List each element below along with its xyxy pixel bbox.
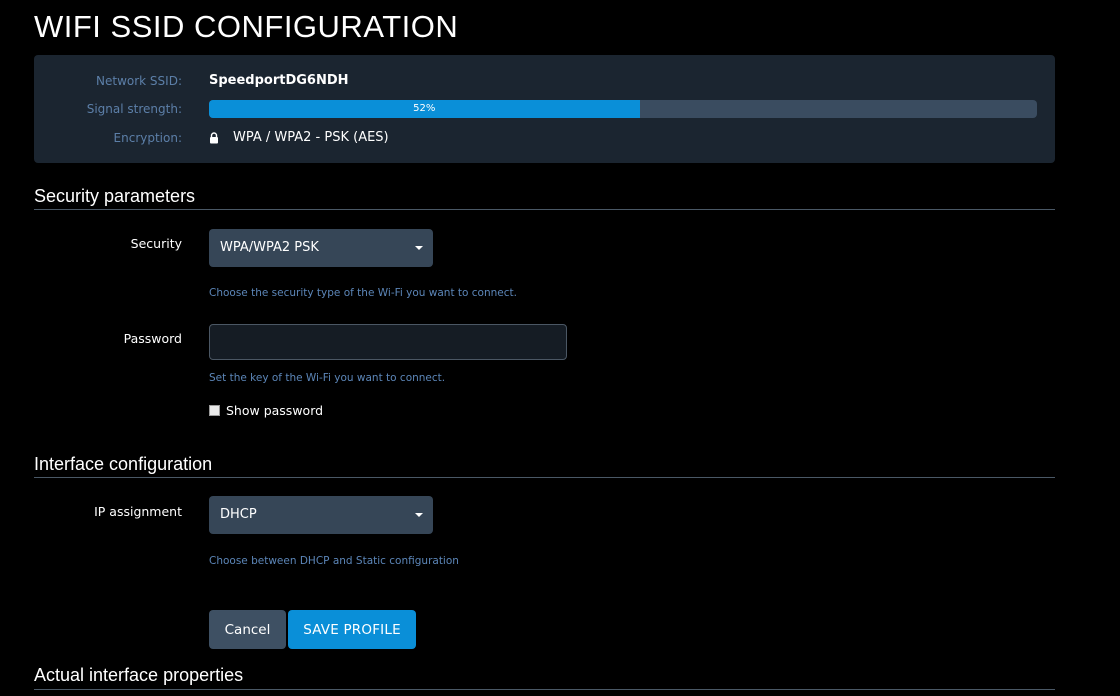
ssid-label: Network SSID:: [96, 74, 182, 88]
security-help-text: Choose the security type of the Wi-Fi yo…: [209, 287, 517, 299]
password-input[interactable]: [209, 324, 567, 360]
wifi-config-page: WIFI SSID CONFIGURATION Network SSID: Sp…: [0, 0, 1120, 696]
password-label: Password: [123, 331, 182, 346]
caret-down-icon: [415, 513, 423, 517]
show-password-label: Show password: [226, 403, 324, 418]
save-profile-button[interactable]: SAVE PROFILE: [288, 610, 416, 649]
signal-label: Signal strength:: [86, 102, 182, 116]
ssid-value: SpeedportDG6NDH: [209, 73, 349, 88]
properties-section-divider: [34, 689, 1055, 690]
ip-assignment-help-text: Choose between DHCP and Static configura…: [209, 555, 459, 567]
lock-icon: [210, 132, 218, 144]
security-select[interactable]: WPA/WPA2 PSK: [209, 229, 433, 267]
ip-assignment-select-value: DHCP: [220, 507, 257, 522]
ip-assignment-label: IP assignment: [94, 504, 182, 519]
show-password-checkbox[interactable]: [209, 405, 220, 416]
interface-section-title: Interface configuration: [34, 454, 213, 474]
ssid-row: Network SSID: SpeedportDG6NDH: [34, 71, 1055, 91]
password-help-text: Set the key of the Wi-Fi you want to con…: [209, 372, 446, 384]
encryption-row: Encryption: WPA / WPA2 - PSK (AES): [34, 128, 1055, 148]
properties-section-title: Actual interface properties: [34, 665, 244, 685]
encryption-value: WPA / WPA2 - PSK (AES): [233, 130, 389, 145]
ip-assignment-select[interactable]: DHCP: [209, 496, 433, 534]
security-section-divider: [34, 209, 1055, 210]
security-section-title: Security parameters: [34, 186, 196, 206]
security-select-value: WPA/WPA2 PSK: [220, 240, 319, 255]
security-label: Security: [130, 236, 182, 251]
signal-row: Signal strength: 52%: [34, 99, 1055, 119]
cancel-button[interactable]: Cancel: [209, 610, 286, 649]
encryption-label: Encryption:: [113, 131, 182, 145]
caret-down-icon: [415, 246, 423, 250]
signal-progress-text: 52%: [413, 103, 436, 114]
page-title: WIFI SSID CONFIGURATION: [34, 9, 459, 44]
signal-progress-bar: 52%: [209, 100, 1037, 118]
interface-section-divider: [34, 477, 1055, 478]
network-info-panel: Network SSID: SpeedportDG6NDH Signal str…: [34, 55, 1055, 163]
